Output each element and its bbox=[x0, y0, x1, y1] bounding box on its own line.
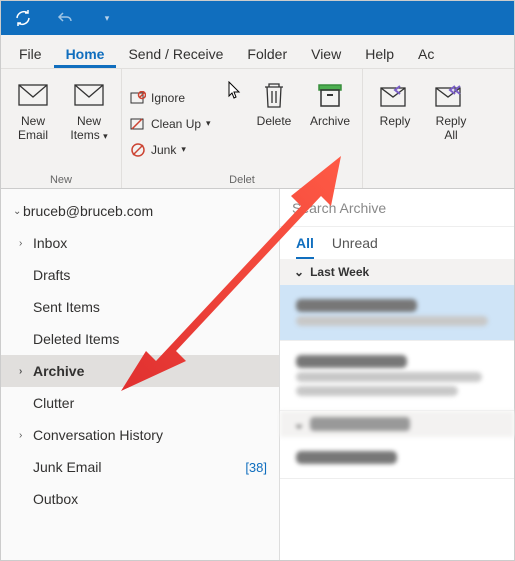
message-item[interactable] bbox=[280, 285, 514, 341]
nav-clutter[interactable]: Clutter bbox=[1, 387, 279, 419]
menu-account[interactable]: Ac bbox=[406, 40, 446, 68]
new-items-button[interactable]: New Items ▾ bbox=[65, 75, 113, 172]
menu-send-receive[interactable]: Send / Receive bbox=[116, 40, 235, 68]
reply-all-button[interactable]: Reply All bbox=[427, 75, 475, 172]
menu-home[interactable]: Home bbox=[54, 40, 117, 68]
archive-icon bbox=[316, 79, 344, 111]
delete-button[interactable]: Delete bbox=[250, 75, 298, 172]
ribbon-group-new: New Email New Items ▾ New bbox=[1, 69, 122, 188]
archive-button[interactable]: Archive bbox=[306, 75, 354, 172]
ignore-button[interactable]: Ignore bbox=[130, 87, 220, 109]
cursor-icon bbox=[228, 81, 242, 99]
menu-bar: File Home Send / Receive Folder View Hel… bbox=[1, 35, 514, 69]
reply-button[interactable]: Reply bbox=[371, 75, 419, 172]
ribbon: New Email New Items ▾ New Ignore Clean U… bbox=[1, 69, 514, 189]
message-item[interactable] bbox=[280, 437, 514, 479]
chevron-down-icon: ▾ bbox=[181, 144, 186, 155]
nav-outbox[interactable]: Outbox bbox=[1, 483, 279, 515]
reply-all-icon bbox=[435, 79, 467, 111]
menu-view[interactable]: View bbox=[299, 40, 353, 68]
new-email-button[interactable]: New Email bbox=[9, 75, 57, 172]
quick-access-toolbar: ▾ bbox=[1, 1, 514, 35]
chevron-down-icon: ▾ bbox=[103, 131, 108, 141]
junk-icon bbox=[130, 142, 146, 158]
search-input[interactable]: Search Archive bbox=[280, 189, 514, 227]
trash-icon bbox=[261, 79, 287, 111]
cleanup-icon bbox=[130, 117, 146, 131]
folder-nav: ⌄bruceb@bruceb.com ›Inbox Drafts Sent It… bbox=[1, 189, 279, 560]
chevron-down-icon: ⌄ bbox=[294, 265, 304, 279]
sync-icon[interactable] bbox=[13, 8, 33, 28]
message-item[interactable] bbox=[280, 341, 514, 411]
ribbon-group-label-delete: Delet bbox=[130, 172, 354, 186]
reply-icon bbox=[380, 79, 410, 111]
junk-button[interactable]: Junk▾ bbox=[130, 139, 220, 161]
ribbon-group-label-new: New bbox=[9, 172, 113, 186]
chevron-down-icon: ▾ bbox=[206, 118, 211, 129]
nav-account[interactable]: ⌄bruceb@bruceb.com bbox=[1, 195, 279, 227]
nav-drafts[interactable]: Drafts bbox=[1, 259, 279, 291]
ribbon-group-delete: Ignore Clean Up▾ Junk▾ Delete Archive bbox=[122, 69, 363, 188]
envelope-icon bbox=[18, 79, 48, 111]
menu-folder[interactable]: Folder bbox=[235, 40, 299, 68]
chevron-right-icon: › bbox=[19, 366, 22, 377]
chevron-right-icon: › bbox=[19, 430, 22, 441]
group-header-lastweek[interactable]: ⌄Last Week bbox=[280, 259, 514, 285]
nav-conversation-history[interactable]: ›Conversation History bbox=[1, 419, 279, 451]
ribbon-group-respond: Reply Reply All bbox=[363, 69, 483, 188]
filter-bar: All Unread bbox=[280, 227, 514, 259]
nav-deleted[interactable]: Deleted Items bbox=[1, 323, 279, 355]
nav-inbox[interactable]: ›Inbox bbox=[1, 227, 279, 259]
chevron-down-icon: ⌄ bbox=[294, 417, 304, 431]
ignore-icon bbox=[130, 91, 146, 105]
envelope-icon bbox=[74, 79, 104, 111]
content-area: ⌄bruceb@bruceb.com ›Inbox Drafts Sent It… bbox=[1, 189, 514, 560]
undo-icon[interactable] bbox=[55, 8, 75, 28]
menu-help[interactable]: Help bbox=[353, 40, 406, 68]
customize-dropdown-icon[interactable]: ▾ bbox=[97, 8, 117, 28]
nav-archive[interactable]: ›Archive bbox=[1, 355, 279, 387]
nav-sent[interactable]: Sent Items bbox=[1, 291, 279, 323]
filter-all[interactable]: All bbox=[296, 235, 314, 259]
chevron-down-icon: ⌄ bbox=[13, 206, 21, 217]
cleanup-button[interactable]: Clean Up▾ bbox=[130, 113, 220, 135]
group-header[interactable]: ⌄Three Weeks Ago bbox=[280, 411, 514, 437]
filter-unread[interactable]: Unread bbox=[332, 235, 378, 259]
chevron-right-icon: › bbox=[19, 238, 22, 249]
nav-junk[interactable]: Junk Email[38] bbox=[1, 451, 279, 483]
menu-file[interactable]: File bbox=[7, 40, 54, 68]
message-list: Search Archive All Unread ⌄Last Week ⌄Th… bbox=[279, 189, 514, 560]
